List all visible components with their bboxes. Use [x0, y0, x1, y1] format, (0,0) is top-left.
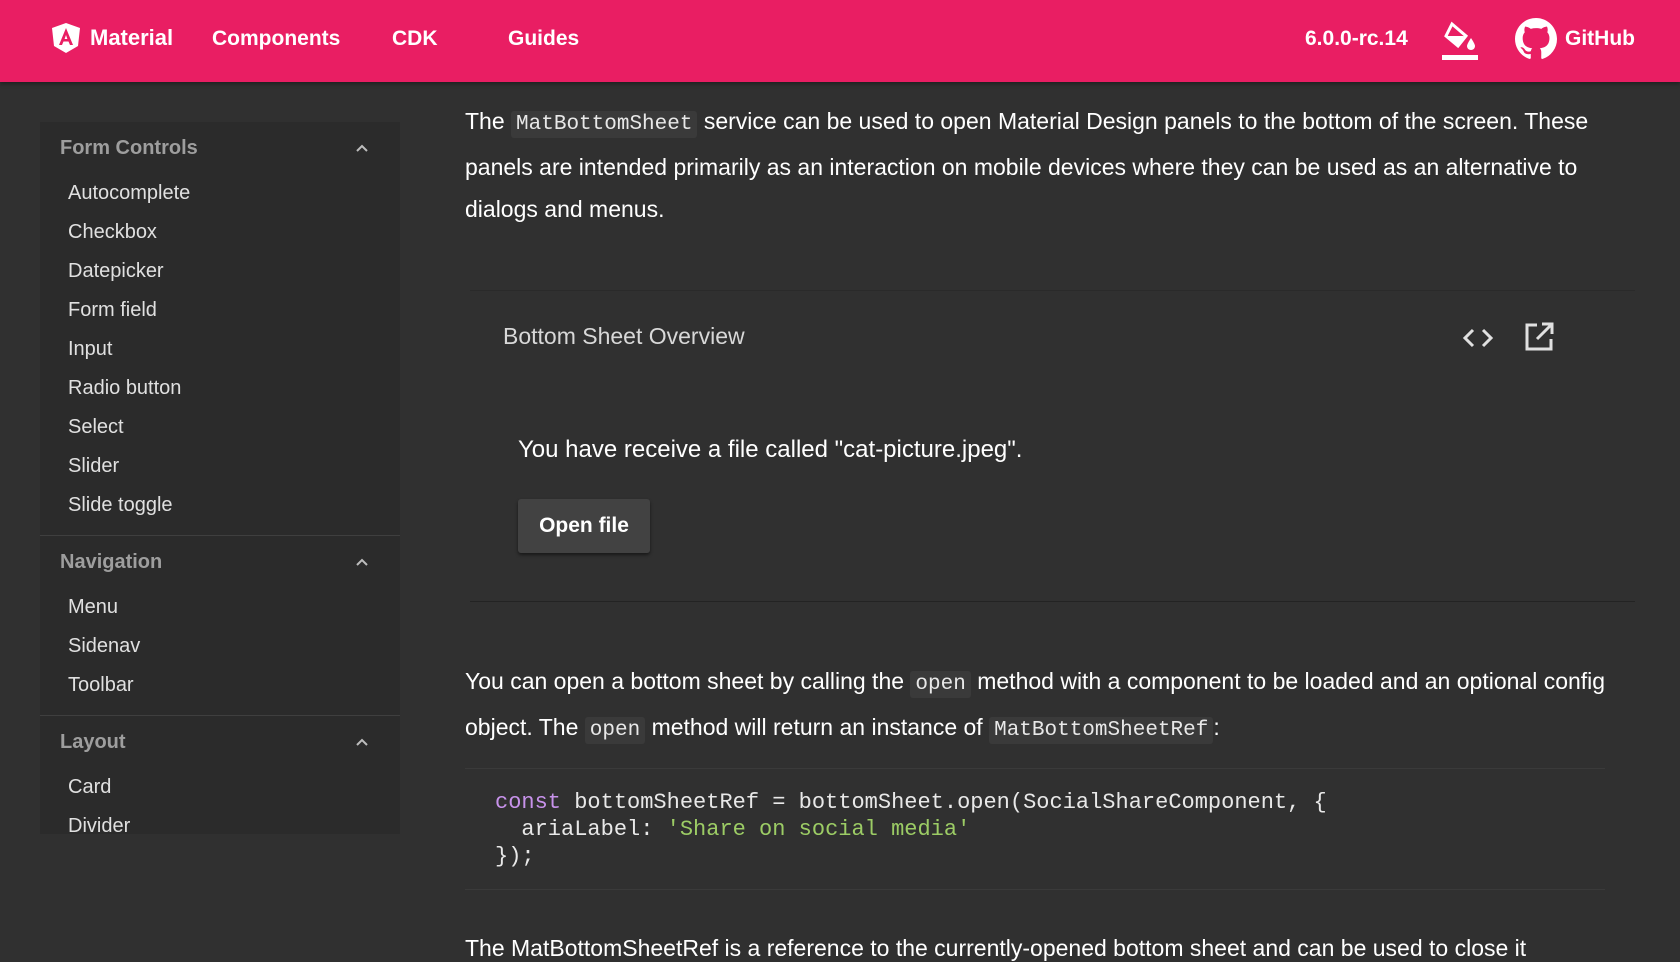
inline-code: MatBottomSheetRef — [989, 717, 1214, 744]
sidebar-item-toolbar[interactable]: Toolbar — [40, 666, 400, 705]
code-keyword: const — [495, 790, 562, 815]
top-toolbar: Material Components CDK Guides 6.0.0-rc.… — [0, 0, 1680, 82]
sidebar-item-card[interactable]: Card — [40, 768, 400, 807]
usage-text: method will return an instance of — [645, 714, 990, 740]
section-title: Layout — [60, 730, 126, 753]
code-line: ariaLabel: 'Share on social media' — [495, 817, 970, 842]
open-file-button[interactable]: Open file — [518, 499, 650, 553]
github-icon — [1515, 18, 1557, 59]
github-label: GitHub — [1565, 27, 1635, 50]
code-line: const bottomSheetRef = bottomSheet.open(… — [495, 790, 1327, 815]
sidebar-item-sidenav[interactable]: Sidenav — [40, 627, 400, 666]
open-in-new-icon[interactable] — [1523, 321, 1555, 353]
sidebar-item-menu[interactable]: Menu — [40, 588, 400, 627]
usage-paragraph: You can open a bottom sheet by calling t… — [465, 660, 1615, 752]
brand-link[interactable]: Material — [50, 22, 173, 54]
code-snippet: const bottomSheetRef = bottomSheet.open(… — [465, 768, 1605, 890]
code-text: }); — [495, 844, 535, 869]
brand-label: Material — [90, 25, 174, 50]
example-title: Bottom Sheet Overview — [503, 323, 745, 349]
section-header-form-controls[interactable]: Form Controls — [40, 122, 400, 174]
code-text: bottomSheetRef = bottomSheet.open(Social… — [561, 790, 1327, 815]
code-line: }); — [495, 844, 535, 869]
inline-code: open — [910, 671, 971, 698]
sidebar-item-slide-toggle[interactable]: Slide toggle — [40, 486, 400, 525]
nav-guides[interactable]: Guides — [508, 27, 579, 51]
nav-components[interactable]: Components — [212, 27, 340, 51]
theme-picker-icon[interactable] — [1440, 20, 1480, 62]
version-select[interactable]: 6.0.0-rc.14 — [1305, 27, 1408, 51]
sidebar-item-radio-button[interactable]: Radio button — [40, 369, 400, 408]
sidebar: Form Controls Autocomplete Checkbox Date… — [40, 122, 400, 834]
chevron-up-icon — [356, 738, 368, 746]
intro-paragraph: The MatBottomSheet service can be used t… — [465, 100, 1615, 230]
sidebar-item-autocomplete[interactable]: Autocomplete — [40, 174, 400, 213]
sidebar-item-slider[interactable]: Slider — [40, 447, 400, 486]
section-header-navigation[interactable]: Navigation — [40, 536, 400, 588]
sidebar-item-form-field[interactable]: Form field — [40, 291, 400, 330]
usage-text: You can open a bottom sheet by calling t… — [465, 668, 911, 694]
main-content: The MatBottomSheet service can be used t… — [465, 100, 1615, 230]
inline-code: MatBottomSheet — [511, 111, 698, 138]
sidebar-item-datepicker[interactable]: Datepicker — [40, 252, 400, 291]
inline-code: open — [584, 717, 646, 744]
example-viewer: Bottom Sheet Overview You have receive a… — [470, 290, 1635, 602]
usage-text: : — [1213, 714, 1220, 740]
code-text: ariaLabel: — [495, 817, 667, 842]
example-message: You have receive a file called "cat-pict… — [518, 436, 1023, 463]
sidebar-item-checkbox[interactable]: Checkbox — [40, 213, 400, 252]
sidebar-item-select[interactable]: Select — [40, 408, 400, 447]
code-icon[interactable] — [1461, 324, 1495, 352]
trailing-paragraph: The MatBottomSheetRef is a reference to … — [465, 935, 1527, 961]
chevron-up-icon — [356, 144, 368, 152]
angular-logo-icon — [52, 23, 80, 53]
nav-cdk[interactable]: CDK — [392, 27, 438, 51]
github-link[interactable]: GitHub — [1515, 18, 1635, 60]
intro-text: The — [465, 108, 512, 134]
section-header-layout[interactable]: Layout — [40, 716, 400, 768]
usage-section: You can open a bottom sheet by calling t… — [465, 660, 1615, 752]
section-title: Navigation — [60, 550, 163, 573]
sidebar-item-input[interactable]: Input — [40, 330, 400, 369]
chevron-up-icon — [356, 558, 368, 566]
sidebar-item-divider[interactable]: Divider — [40, 807, 400, 834]
code-string: 'Share on social media' — [666, 817, 971, 842]
section-title: Form Controls — [60, 136, 198, 159]
